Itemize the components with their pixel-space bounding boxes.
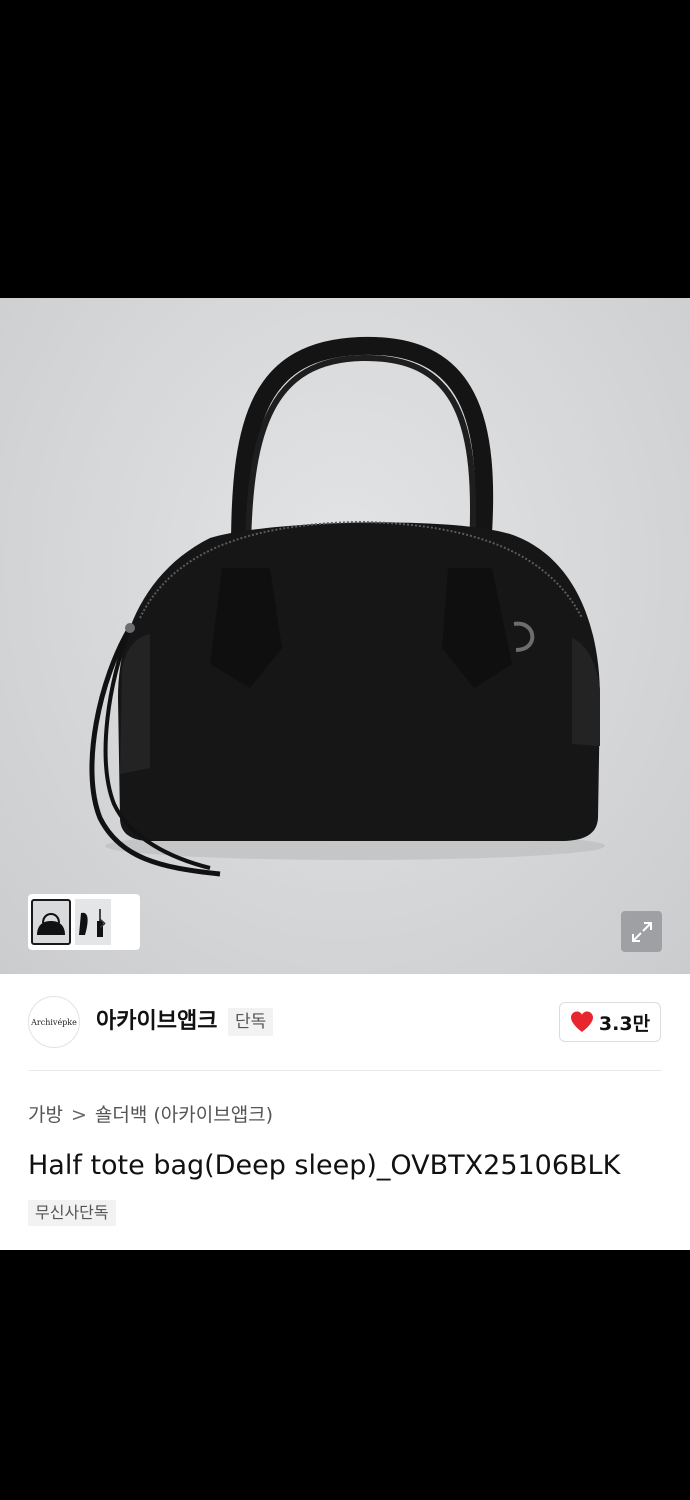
like-button[interactable]: 3.3만 [559, 1002, 661, 1042]
thumbnail-strip[interactable]: › [28, 894, 140, 950]
expand-icon [631, 921, 652, 942]
product-image[interactable]: › [0, 298, 690, 974]
bag-photo [89, 336, 605, 877]
thumbnail-selected[interactable] [31, 899, 71, 945]
heart-icon [570, 1011, 593, 1032]
expand-button[interactable] [621, 911, 662, 952]
breadcrumb: 가방 > 숄더백 (아카이브앱크) [28, 1102, 273, 1128]
breadcrumb-item-shoulder-bag[interactable]: 숄더백 (아카이브앱크) [95, 1102, 273, 1128]
thumbnail-bag-icon [37, 913, 65, 935]
top-black-area [0, 0, 690, 298]
product-title: Half tote bag(Deep sleep)_OVBTX25106BLK [28, 1150, 621, 1181]
like-count: 3.3만 [598, 1012, 651, 1035]
thumbnail-next[interactable]: › [75, 899, 111, 945]
product-page: › Archivépke 아카이브앱크 단독 3.3만 가방 > 숄더백 (아카… [0, 0, 690, 1500]
breadcrumb-separator: > [70, 1104, 87, 1126]
brand-name[interactable]: 아카이브앱크 [96, 1008, 217, 1036]
brand-logo[interactable]: Archivépke [28, 996, 80, 1048]
brand-logo-text: Archivépke [31, 1017, 77, 1027]
brand-exclusive-badge: 단독 [228, 1008, 274, 1036]
exclusive-badge: 무신사단독 [28, 1200, 116, 1226]
breadcrumb-item-bag[interactable]: 가방 [28, 1102, 63, 1128]
chevron-right-icon[interactable]: › [98, 913, 107, 935]
bottom-black-area [0, 1250, 690, 1500]
product-info: Archivépke 아카이브앱크 단독 3.3만 가방 > 숄더백 (아카이브… [0, 974, 690, 1250]
divider [28, 1070, 662, 1071]
